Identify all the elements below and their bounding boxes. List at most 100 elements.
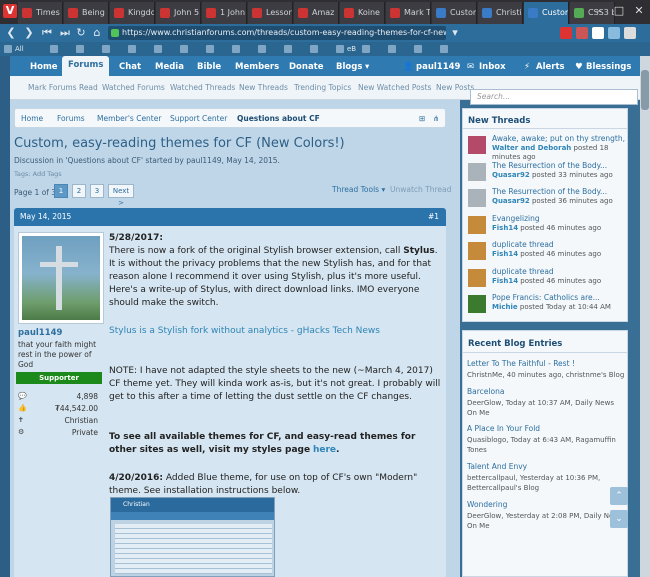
page-1-button[interactable]: 1 [54, 184, 68, 198]
fast-forward-icon[interactable]: ⏭ [58, 26, 72, 40]
extension-icon[interactable] [576, 27, 588, 39]
new-thread-item[interactable]: The Resurrection of the Body... Quasar92 … [466, 161, 626, 187]
nav-donate[interactable]: Donate [289, 58, 324, 78]
subnav-mark-forums-read[interactable]: Mark Forums Read [28, 83, 98, 92]
nav-alerts[interactable]: Alerts [536, 58, 565, 78]
styles-page-link[interactable]: here [313, 445, 336, 455]
thread-avatar[interactable] [468, 295, 486, 313]
sitemap-icon[interactable]: ⋔ [433, 114, 439, 123]
bookmark-item[interactable] [128, 43, 139, 55]
stylus-article-link[interactable]: Stylus is a Stylish fork without analyti… [109, 326, 380, 336]
theme-screenshot[interactable]: Christian [110, 497, 275, 577]
download-icon[interactable] [592, 27, 604, 39]
nav-media[interactable]: Media [155, 58, 184, 78]
blog-entry[interactable]: A Place In Your Fold Quasiblogo, Today at… [467, 424, 625, 455]
bookmark-item[interactable] [76, 43, 87, 55]
browser-tab[interactable]: Mark T [386, 2, 431, 24]
breadcrumb-home[interactable]: Home [21, 114, 43, 123]
ublock-icon[interactable] [560, 27, 572, 39]
jump-icon[interactable]: ⊞ [419, 114, 425, 123]
close-window-icon[interactable]: ✕ [632, 4, 646, 18]
bookmark-item[interactable] [180, 43, 191, 55]
unwatch-thread-link[interactable]: Unwatch Thread [390, 185, 451, 194]
blog-entry[interactable]: Barcelona DeerGlow, Today at 10:37 AM, Da… [467, 387, 625, 418]
new-thread-item[interactable]: The Resurrection of the Body... Quasar92 … [466, 187, 626, 213]
subnav-trending-topics[interactable]: Trending Topics [294, 83, 351, 92]
reload-icon[interactable]: ↻ [74, 26, 88, 40]
new-thread-item[interactable]: duplicate thread Fish14 posted 46 minutes… [466, 267, 626, 293]
bookmark-item[interactable] [414, 43, 425, 55]
scrollbar[interactable] [640, 56, 650, 577]
blog-title-link[interactable]: A Place In Your Fold [467, 424, 625, 433]
blog-title-link[interactable]: Letter To The Faithful - Rest ! [467, 359, 625, 368]
nav-forums[interactable]: Forums [62, 56, 110, 76]
subnav-new-watched-posts[interactable]: New Watched Posts [358, 83, 431, 92]
browser-tab[interactable]: Kingdo [110, 2, 155, 24]
breadcrumb-forums[interactable]: Forums [57, 114, 85, 123]
thread-title-link[interactable]: Pope Francis: Catholics are... [492, 293, 626, 302]
nav-home[interactable]: Home [30, 58, 58, 78]
breadcrumb-questions-about-cf[interactable]: Questions about CF [237, 114, 320, 123]
thread-author-link[interactable]: Walter and Deborah [492, 144, 571, 152]
breadcrumb-members-center[interactable]: Member's Center [97, 114, 161, 123]
subnav-new-posts[interactable]: New Posts [436, 83, 474, 92]
thread-author-link[interactable]: Fish14 [492, 277, 518, 285]
browser-tab[interactable]: 1 John [202, 2, 247, 24]
search-input[interactable]: Search... [470, 89, 638, 105]
next-page-button[interactable]: Next > [108, 184, 134, 207]
home-icon[interactable]: ⌂ [90, 26, 104, 40]
browser-tab[interactable]: John 5 [156, 2, 201, 24]
thread-title-link[interactable]: Awake, awake; put on thy strength, [492, 134, 626, 143]
avatar[interactable] [22, 236, 100, 320]
bookmark-item[interactable] [232, 43, 243, 55]
bookmark-item[interactable] [388, 43, 399, 55]
forward-arrow-icon[interactable]: ❯ [22, 26, 36, 40]
bookmark-item[interactable] [362, 43, 373, 55]
nav-blogs[interactable]: Blogs [336, 58, 362, 78]
extension-icon[interactable] [624, 27, 636, 39]
bookmark-item[interactable] [284, 43, 295, 55]
back-arrow-icon[interactable]: ❮ [4, 26, 18, 40]
nav-bible[interactable]: Bible [197, 58, 221, 78]
bookmark-item[interactable] [440, 43, 451, 55]
bookmark-item[interactable] [310, 43, 321, 55]
thread-author-link[interactable]: Fish14 [492, 250, 518, 258]
vivaldi-menu-icon[interactable]: V [3, 4, 17, 18]
bookmark-item[interactable] [154, 43, 165, 55]
blog-entry[interactable]: Letter To The Faithful - Rest ! ChristnMe… [467, 359, 625, 380]
thread-title-link[interactable]: Evangelizing [492, 214, 626, 223]
maximize-icon[interactable]: □ [612, 4, 626, 18]
blog-entry[interactable]: Talent And Envy bettercallpaul, Yesterday… [467, 462, 625, 493]
bookmark-item[interactable] [102, 43, 113, 55]
browser-tab[interactable]: Custom [524, 2, 569, 24]
thread-author-link[interactable]: Quasar92 [492, 197, 530, 205]
thread-avatar[interactable] [468, 268, 486, 287]
scroll-down-icon[interactable]: ⌄ [610, 510, 628, 528]
breadcrumb-support-center[interactable]: Support Center [170, 114, 227, 123]
blog-title-link[interactable]: Wondering [467, 500, 625, 509]
extension-icon[interactable] [608, 27, 620, 39]
nav-chat[interactable]: Chat [119, 58, 141, 78]
page-2-button[interactable]: 2 [72, 184, 86, 198]
page-3-button[interactable]: 3 [90, 184, 104, 198]
subnav-new-threads[interactable]: New Threads [239, 83, 288, 92]
bookmark-item[interactable] [50, 43, 61, 55]
browser-tab[interactable]: Being [64, 2, 109, 24]
thread-title-link[interactable]: The Resurrection of the Body... [492, 161, 626, 170]
browser-tab[interactable]: Times [18, 2, 63, 24]
bookmark-item[interactable]: All [4, 43, 24, 55]
new-thread-item[interactable]: duplicate thread Fish14 posted 46 minutes… [466, 240, 626, 266]
scrollbar-thumb[interactable] [641, 70, 649, 110]
blog-title-link[interactable]: Barcelona [467, 387, 625, 396]
nav-blessings[interactable]: Blessings [586, 58, 631, 78]
subnav-watched-threads[interactable]: Watched Threads [170, 83, 235, 92]
subnav-watched-forums[interactable]: Watched Forums [102, 83, 165, 92]
url-field[interactable]: https://www.christianforums.com/threads/… [108, 26, 446, 40]
bookmark-item[interactable]: eB [336, 43, 356, 55]
post-author[interactable]: paul1149 [18, 328, 62, 338]
thread-author-link[interactable]: Michie [492, 303, 518, 311]
dropdown-arrow-icon[interactable]: ▾ [448, 26, 462, 40]
new-thread-item[interactable]: Evangelizing Fish14 posted 46 minutes ago [466, 214, 626, 240]
new-thread-item[interactable]: Awake, awake; put on thy strength, Walter… [466, 134, 626, 161]
browser-tab[interactable]: Lesson [248, 2, 293, 24]
